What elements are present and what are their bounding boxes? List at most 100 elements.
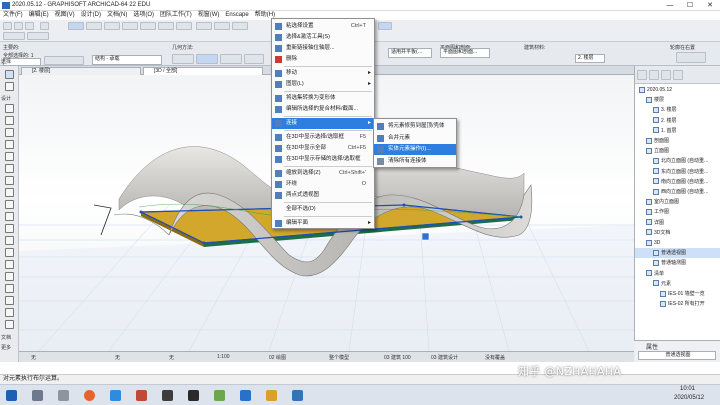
- navigator-item[interactable]: 3. 楼层: [635, 105, 720, 115]
- folder-icon[interactable]: [266, 390, 277, 401]
- context-menu-item[interactable]: 重新链接轴位轴层...: [272, 43, 374, 54]
- navigator-item[interactable]: IES-01 墙壁一览: [635, 289, 720, 299]
- app-icon[interactable]: [136, 390, 147, 401]
- status-undo[interactable]: 无: [31, 354, 36, 361]
- close-button[interactable]: ✕: [700, 0, 720, 11]
- menu-design[interactable]: 设计(D): [81, 11, 101, 20]
- submenu-item[interactable]: 将元素修剪到屋顶/壳体: [374, 121, 456, 132]
- submenu-item[interactable]: 清除所有连接体: [374, 156, 456, 167]
- layer-combo-button[interactable]: [104, 22, 120, 30]
- polygon-method-button[interactable]: [172, 54, 194, 64]
- archicad-taskbar-icon[interactable]: [110, 390, 121, 401]
- object-tool-icon[interactable]: [5, 164, 14, 173]
- context-menu-item[interactable]: 在3D中显示选择/选取框 F5: [272, 132, 374, 143]
- save-button[interactable]: [25, 22, 34, 30]
- navigator-item[interactable]: 3D: [635, 238, 720, 248]
- context-menu-item[interactable]: 将选集转换为变形体: [272, 93, 374, 104]
- door-tool-icon[interactable]: [5, 140, 14, 149]
- model-view-selector[interactable]: 整个模型: [329, 354, 349, 361]
- rect-method-button[interactable]: [196, 54, 218, 64]
- pen-set-selector[interactable]: 03 建筑 100: [384, 354, 411, 361]
- lamp-tool-icon[interactable]: [5, 296, 14, 305]
- context-menu-item[interactable]: 两点式透视图: [272, 190, 374, 201]
- grasshopper-icon[interactable]: [188, 390, 199, 401]
- publisher-icon[interactable]: [673, 70, 683, 80]
- maximize-button[interactable]: ☐: [680, 0, 700, 11]
- navigator-item[interactable]: 普通轴测图: [635, 258, 720, 268]
- menu-file[interactable]: 文件(F): [3, 11, 23, 20]
- rhino-icon[interactable]: [162, 390, 173, 401]
- submenu-item[interactable]: 实体元素操作(I)...: [374, 144, 456, 155]
- view-map-icon[interactable]: [649, 70, 659, 80]
- grid-snap-button[interactable]: [232, 22, 248, 30]
- window-tool-icon[interactable]: [5, 152, 14, 161]
- context-menu-item[interactable]: 全部不选(D): [272, 204, 374, 215]
- calculator-icon[interactable]: [58, 390, 69, 401]
- scale-selector[interactable]: 1:100: [217, 354, 230, 360]
- start-icon[interactable]: [6, 390, 17, 401]
- menu-options[interactable]: 选项(O): [133, 11, 154, 20]
- arrow-tool-button[interactable]: [68, 22, 84, 30]
- navigator-item[interactable]: 1. 首层: [635, 126, 720, 136]
- navigator-item[interactable]: 西向立面图 (自动重...: [635, 187, 720, 197]
- graphic-override-selector[interactable]: 没有覆盖: [485, 354, 505, 361]
- navigator-item[interactable]: 立面图: [635, 146, 720, 156]
- structure-selector[interactable]: 适用并平板(…: [388, 48, 432, 58]
- navigator-item[interactable]: 2020.05.12: [635, 85, 720, 95]
- arrow-icon[interactable]: [5, 70, 14, 79]
- layer-combination-selector[interactable]: 02 绘图: [269, 354, 286, 361]
- open-file-button[interactable]: [14, 22, 23, 30]
- railing-tool-icon[interactable]: [5, 188, 14, 197]
- navigator-item[interactable]: 楼层: [635, 95, 720, 105]
- navigator-item[interactable]: 元素: [635, 279, 720, 289]
- project-map-icon[interactable]: [637, 70, 647, 80]
- model-display-selector[interactable]: 03 建筑设计: [431, 354, 458, 361]
- task-view-icon[interactable]: [32, 390, 43, 401]
- teamwork-button[interactable]: [378, 22, 392, 30]
- context-menu-item[interactable]: 粘选择设置 Ctrl+T: [272, 21, 374, 32]
- context-menu-item[interactable]: 编辑所选择的复合材料/截面...: [272, 104, 374, 115]
- context-menu-item[interactable]: 编辑平面 ▸: [272, 218, 374, 229]
- zone-tool-icon[interactable]: [5, 248, 14, 257]
- status-field-2[interactable]: 无: [115, 354, 120, 361]
- stair-tool-icon[interactable]: [5, 176, 14, 185]
- view-toggle-button[interactable]: [122, 22, 138, 30]
- print-button[interactable]: [40, 22, 49, 30]
- navigator-item[interactable]: 剖面图: [635, 136, 720, 146]
- 3d-window-button[interactable]: [158, 22, 174, 30]
- align-button[interactable]: [140, 22, 156, 30]
- wall-tool-icon[interactable]: [5, 104, 14, 113]
- navigator-item[interactable]: IES-02 所有打开: [635, 299, 720, 309]
- context-menu-item[interactable]: 在3D中显示存储的选择/选取框: [272, 154, 374, 165]
- navigator-item[interactable]: 普通透视图: [635, 248, 720, 259]
- roof-tool-icon[interactable]: [5, 200, 14, 209]
- menu-window[interactable]: 视窗(W): [198, 11, 220, 20]
- edge-icon[interactable]: [240, 390, 251, 401]
- navigator-item[interactable]: 详图: [635, 218, 720, 228]
- tab-floor-plan[interactable]: [2. 楼层]: [21, 67, 141, 75]
- tab-3d[interactable]: [3D / 全部]: [143, 67, 263, 75]
- menu-enscape[interactable]: Enscape: [225, 11, 248, 20]
- redo-button[interactable]: [27, 32, 49, 40]
- undo-button[interactable]: [3, 32, 25, 40]
- navigator-item[interactable]: 3D文档: [635, 228, 720, 238]
- reference-line-button[interactable]: [244, 54, 264, 64]
- navigator-item[interactable]: 工作图: [635, 207, 720, 217]
- status-field-3[interactable]: 无: [169, 354, 174, 361]
- shell-tool-icon[interactable]: [5, 212, 14, 221]
- morph-tool-icon[interactable]: [5, 272, 14, 281]
- context-menu-item[interactable]: 在3D中显示全部 Ctrl+F5: [272, 143, 374, 154]
- context-menu-item[interactable]: 环绕 O: [272, 179, 374, 190]
- marquee-icon[interactable]: [5, 82, 14, 91]
- context-menu-item[interactable]: 选择&激活工具(S): [272, 32, 374, 43]
- minimize-button[interactable]: —: [660, 0, 680, 11]
- context-menu-item[interactable]: 删除: [272, 54, 374, 65]
- properties-view-name[interactable]: 普通透视图: [638, 351, 716, 360]
- navigator-item[interactable]: 2. 楼层: [635, 116, 720, 126]
- navigator-item[interactable]: 南向立面图 (自动重...: [635, 177, 720, 187]
- guide-button[interactable]: [214, 22, 230, 30]
- navigator-item[interactable]: 清单: [635, 269, 720, 279]
- layer-selector[interactable]: 结构 - 承载: [92, 55, 162, 65]
- mesh-tool-icon[interactable]: [5, 236, 14, 245]
- context-menu-item[interactable]: 连接 ▸: [272, 118, 374, 129]
